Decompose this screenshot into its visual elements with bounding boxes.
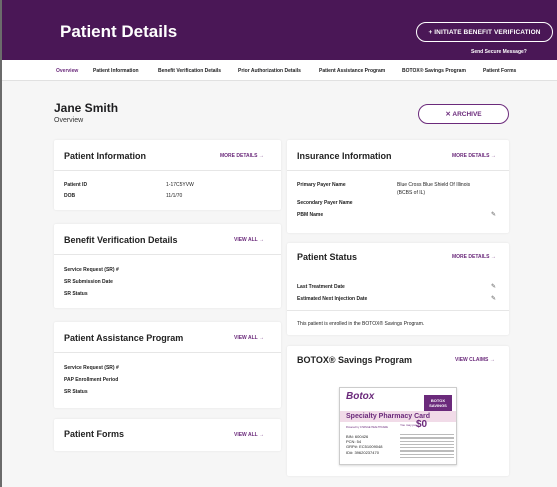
sr-submission-date-label: SR Submission Date [64,279,113,285]
primary-payer-value-abbrev: (BCBS of IL) [397,190,426,196]
sr-status-label: SR Status [64,291,88,297]
sr-status-label: SR Status [64,389,88,395]
tab-benefit-verification-details[interactable]: Benefit Verification Details [158,68,221,74]
you-may-pay-text: You may pay [400,423,418,427]
patient-name: Jane Smith [54,101,119,115]
card-title: Patient Information [64,151,147,161]
botox-logo: Botox [346,391,375,402]
tab-botox-savings-program[interactable]: BOTOX® Savings Program [402,68,466,74]
primary-payer-label: Primary Payer Name [297,182,346,188]
secondary-payer-label: Secondary Payer Name [297,200,353,206]
page-title: Patient Details [60,22,178,41]
badge-line-2: SAVINGS [429,403,447,408]
grp-number: GRP#: EC51009048 [346,444,383,450]
primary-payer-value: Blue Cross Blue Shield Of Illinois [397,182,471,188]
tab-patient-assistance-program[interactable]: Patient Assistance Program [319,68,385,74]
pencil-icon[interactable]: ✎ [491,283,496,290]
insurance-information-card: Insurance Information MORE DETAILS → Pri… [287,140,509,233]
card-title: Patient Assistance Program [64,333,184,343]
sr-number-label: Service Request (SR) # [64,365,119,371]
card-title: BOTOX® Savings Program [297,355,412,365]
card-title: Patient Status [297,252,358,262]
pap-enrollment-period-label: PAP Enrollment Period [64,377,119,383]
archive-button-label: ✕ ARCHIVE [445,111,482,118]
savings-card-image: Botox BOTOX SAVINGS Specialty Pharmacy C… [339,387,457,465]
enrollment-note: This patient is enrolled in the BOTOX® S… [297,321,425,327]
card-title: Insurance Information [297,151,392,161]
specialty-pharmacy-band: Specialty Pharmacy Card [340,411,456,422]
tab-nav: Overview Patient Information Benefit Ver… [2,60,557,81]
initiate-benefit-verification-button[interactable]: + INITIATE BENEFIT VERIFICATION [416,22,553,42]
view-all-link[interactable]: VIEW ALL → [234,237,264,243]
sr-number-label: Service Request (SR) # [64,267,119,273]
pencil-icon[interactable]: ✎ [491,211,496,218]
divider [54,254,281,255]
view-all-link[interactable]: VIEW ALL → [234,432,264,438]
divider [287,170,509,171]
patient-status-card: Patient Status MORE DETAILS → Last Treat… [287,243,509,335]
archive-button[interactable]: ✕ ARCHIVE [418,104,509,124]
savings-badge: BOTOX SAVINGS [424,395,452,411]
page-header: Patient Details + INITIATE BENEFIT VERIF… [2,0,557,60]
patient-forms-card: Patient Forms VIEW ALL → [54,419,281,451]
dob-label: DOB [64,193,76,199]
divider [287,310,509,311]
tab-patient-information[interactable]: Patient Information [93,68,139,74]
tab-overview[interactable]: Overview [56,68,78,74]
patient-subtitle: Overview [54,117,84,124]
patient-information-card: Patient Information MORE DETAILS → Patie… [54,140,281,210]
tab-prior-authorization-details[interactable]: Prior Authorization Details [238,68,301,74]
more-details-link[interactable]: MORE DETAILS → [452,254,496,260]
powered-by-text: Powered by CHANGE HEALTHCARE [346,426,388,429]
divider [54,170,281,171]
more-details-link[interactable]: MORE DETAILS → [452,153,496,159]
id-number: ID#: 39620237470 [346,449,379,455]
next-injection-date-label: Estimated Next Injection Date [297,296,368,302]
card-title: Benefit Verification Details [64,235,178,245]
zero-amount: $0 [416,419,428,430]
send-secure-message-link[interactable]: Send Secure Message? [471,49,527,55]
dob-value: 11/1/70 [166,193,183,199]
patient-id-value: 1-17C5YVW [166,182,194,188]
divider [54,352,281,353]
more-details-link[interactable]: MORE DETAILS → [220,153,264,159]
last-treatment-date-label: Last Treatment Date [297,284,345,290]
tab-patient-forms[interactable]: Patient Forms [483,68,516,74]
pbm-name-label: PBM Name [297,212,324,218]
fine-print [400,434,454,460]
pencil-icon[interactable]: ✎ [491,295,496,302]
patient-id-label: Patient ID [64,182,88,188]
card-title: Patient Forms [64,429,125,439]
view-all-link[interactable]: VIEW ALL → [234,335,264,341]
initiate-button-label: + INITIATE BENEFIT VERIFICATION [428,28,541,36]
benefit-verification-card: Benefit Verification Details VIEW ALL → … [54,224,281,308]
patient-assistance-card: Patient Assistance Program VIEW ALL → Se… [54,322,281,408]
card-identifiers: BIN: 600426 PCN: 54 GRP#: EC51009048 ID#… [346,434,382,455]
view-claims-link[interactable]: VIEW CLAIMS → [455,357,495,363]
